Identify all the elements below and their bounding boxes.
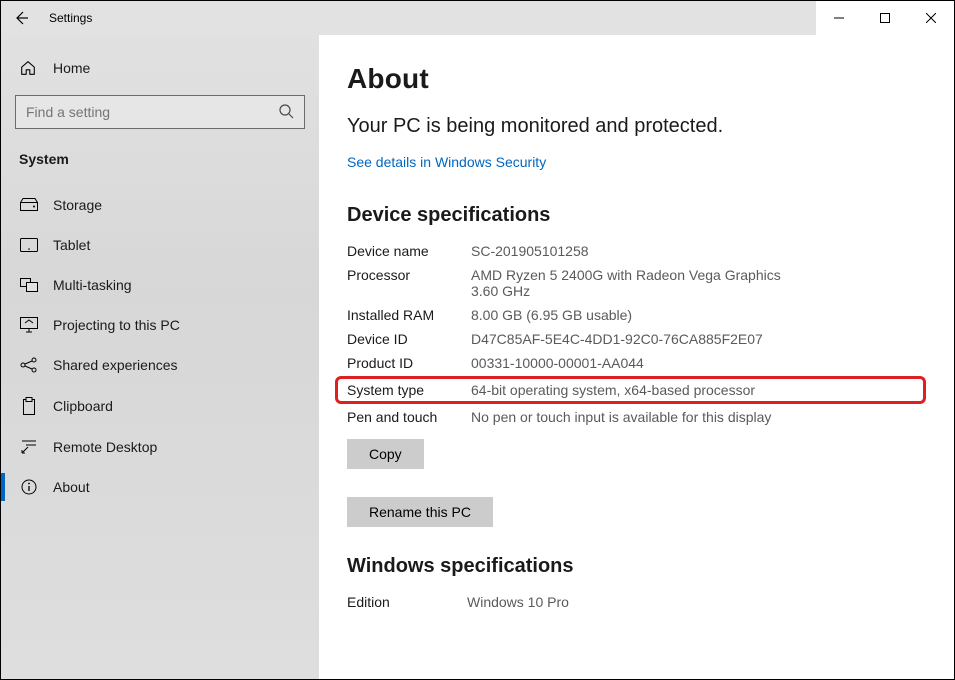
minimize-icon (834, 13, 844, 23)
spec-value-ram: 8.00 GB (6.95 GB usable) (471, 307, 914, 323)
maximize-icon (880, 13, 890, 23)
sidebar-item-label: Tablet (53, 237, 90, 253)
spec-label-ram: Installed RAM (347, 307, 467, 323)
sidebar-item-label: Projecting to this PC (53, 317, 180, 333)
copy-button[interactable]: Copy (347, 439, 424, 469)
sidebar-item-shared[interactable]: Shared experiences (1, 345, 319, 385)
windows-spec-table: Edition Windows 10 Pro (347, 594, 914, 610)
security-link[interactable]: See details in Windows Security (347, 154, 546, 170)
spec-value-device-name: SC-201905101258 (471, 243, 914, 259)
sidebar-item-clipboard[interactable]: Clipboard (1, 385, 319, 427)
spec-label-pen-touch: Pen and touch (347, 409, 467, 425)
back-button[interactable] (1, 1, 41, 35)
sidebar-item-about[interactable]: About (1, 467, 319, 507)
maximize-button[interactable] (862, 1, 908, 35)
minimize-button[interactable] (816, 1, 862, 35)
windows-spec-heading: Windows specifications (347, 555, 914, 578)
close-icon (926, 13, 936, 23)
shared-icon (19, 357, 39, 373)
close-button[interactable] (908, 1, 954, 35)
page-title: About (347, 63, 914, 95)
projecting-icon (19, 317, 39, 333)
spec-label-processor: Processor (347, 267, 467, 299)
spec-label-system-type: System type (347, 382, 467, 398)
spec-value-system-type: 64-bit operating system, x64-based proce… (471, 382, 914, 398)
sidebar: Home System Storage Tablet (1, 35, 319, 679)
search-box[interactable] (15, 95, 305, 129)
spec-label-edition: Edition (347, 594, 467, 610)
spec-label-product-id: Product ID (347, 355, 467, 371)
sidebar-item-remote[interactable]: Remote Desktop (1, 427, 319, 467)
sidebar-item-label: Storage (53, 197, 102, 213)
spec-value-processor: AMD Ryzen 5 2400G with Radeon Vega Graph… (471, 267, 811, 299)
search-input[interactable] (26, 104, 278, 120)
sidebar-item-label: Remote Desktop (53, 439, 157, 455)
window-title: Settings (49, 11, 92, 25)
clipboard-icon (19, 397, 39, 415)
storage-icon (19, 198, 39, 212)
spec-label-device-id: Device ID (347, 331, 467, 347)
sidebar-item-tablet[interactable]: Tablet (1, 225, 319, 265)
sidebar-section-label: System (1, 143, 319, 185)
window-controls (816, 1, 954, 35)
protection-status: Your PC is being monitored and protected… (347, 113, 767, 140)
arrow-left-icon (13, 10, 29, 26)
spec-value-edition: Windows 10 Pro (467, 594, 914, 610)
spec-value-device-id: D47C85AF-5E4C-4DD1-92C0-76CA885F2E07 (471, 331, 914, 347)
sidebar-item-label: Shared experiences (53, 357, 178, 373)
titlebar: Settings (1, 1, 954, 35)
spec-value-product-id: 00331-10000-00001-AA044 (471, 355, 914, 371)
spec-value-pen-touch: No pen or touch input is available for t… (471, 409, 914, 425)
spec-row-system-type-highlighted: System type 64-bit operating system, x64… (335, 376, 926, 404)
sidebar-home[interactable]: Home (1, 49, 319, 89)
sidebar-item-multitasking[interactable]: Multi-tasking (1, 265, 319, 305)
search-icon (278, 103, 294, 122)
device-spec-table: Device name SC-201905101258 Processor AM… (347, 243, 914, 425)
multitasking-icon (19, 278, 39, 292)
sidebar-item-label: About (53, 479, 90, 495)
main-panel: About Your PC is being monitored and pro… (319, 35, 954, 679)
tablet-icon (19, 238, 39, 252)
device-spec-heading: Device specifications (347, 204, 914, 227)
sidebar-home-label: Home (53, 60, 90, 76)
sidebar-item-label: Multi-tasking (53, 277, 132, 293)
home-icon (19, 59, 39, 77)
rename-pc-button[interactable]: Rename this PC (347, 497, 493, 527)
sidebar-item-projecting[interactable]: Projecting to this PC (1, 305, 319, 345)
sidebar-item-label: Clipboard (53, 398, 113, 414)
remote-icon (19, 439, 39, 455)
spec-label-device-name: Device name (347, 243, 467, 259)
sidebar-item-storage[interactable]: Storage (1, 185, 319, 225)
about-icon (19, 479, 39, 495)
